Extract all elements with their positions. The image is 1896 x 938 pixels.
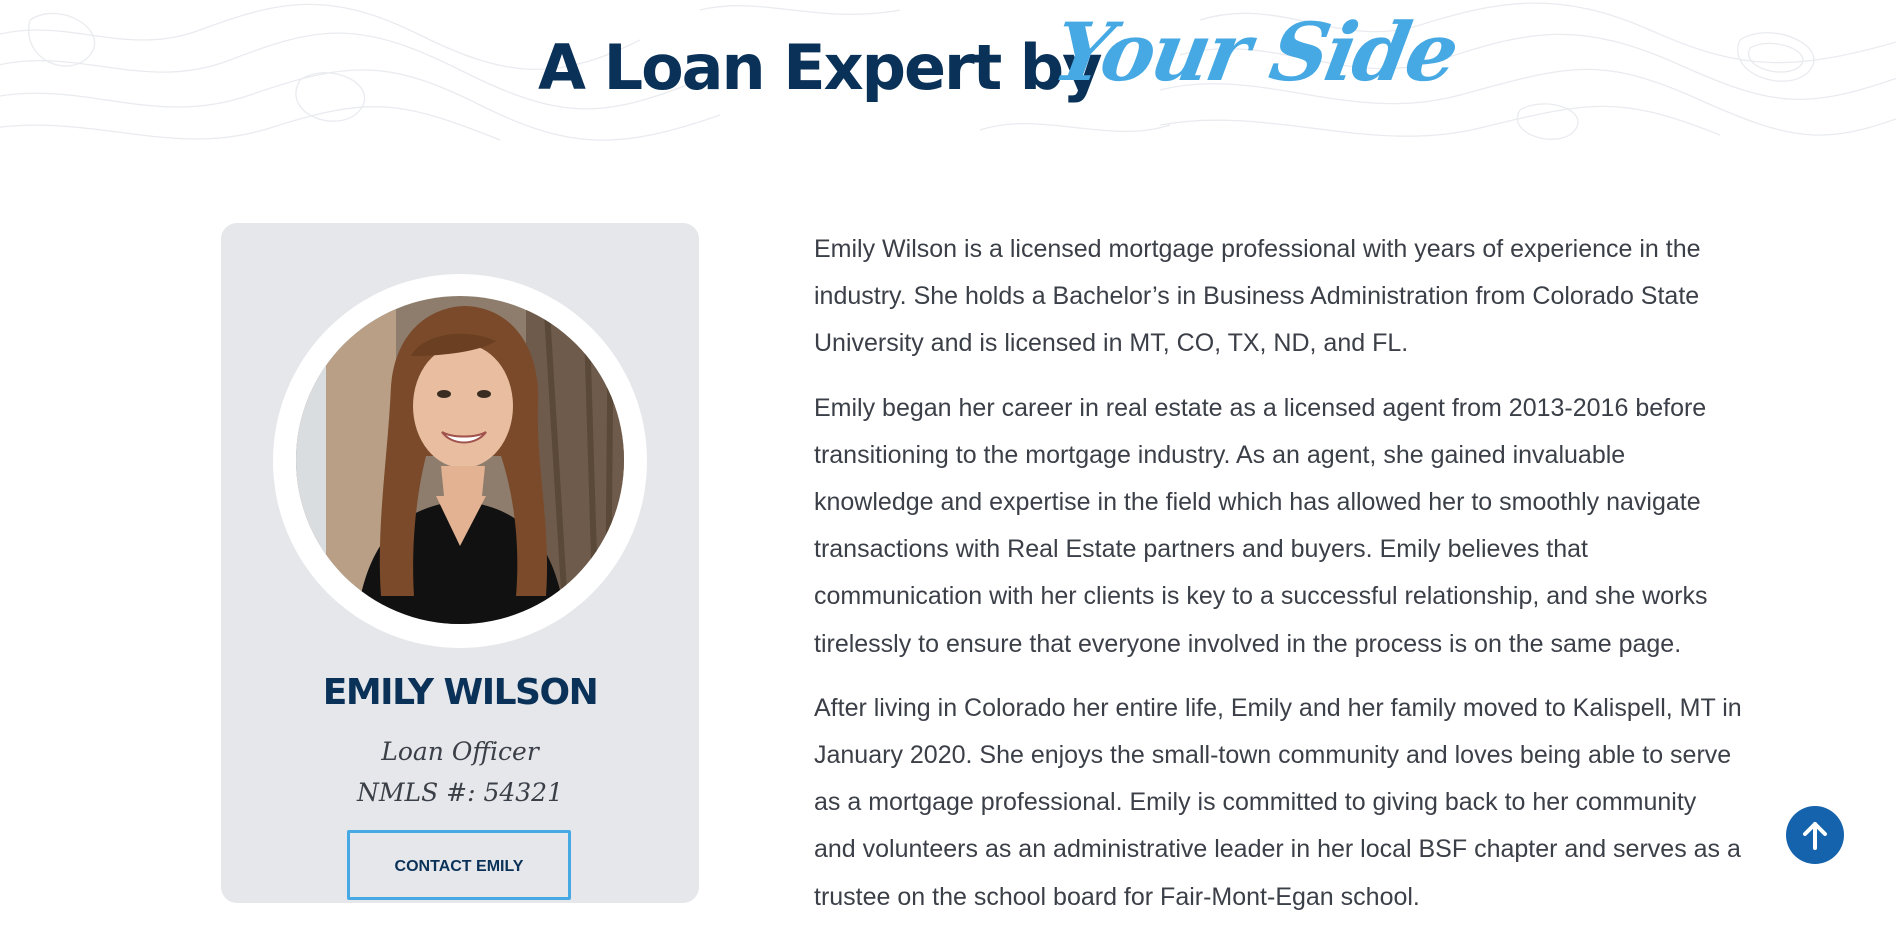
profile-nmls: NMLS #: 54321 bbox=[357, 778, 563, 807]
hero-title-main: A Loan Expert by bbox=[538, 31, 1103, 104]
arrow-up-icon bbox=[1803, 822, 1827, 850]
hero-title: A Loan Expert by Your Side bbox=[0, 0, 1896, 145]
portrait-photo bbox=[296, 296, 624, 624]
profile-role: Loan Officer bbox=[381, 737, 539, 766]
hero-title-script: Your Side bbox=[1046, 5, 1463, 99]
profile-name: EMILY WILSON bbox=[322, 672, 599, 713]
scroll-to-top-button[interactable] bbox=[1786, 806, 1844, 864]
avatar bbox=[296, 296, 624, 624]
hero-banner: A Loan Expert by Your Side bbox=[0, 0, 1896, 145]
bio-paragraph: Emily began her career in real estate as… bbox=[814, 393, 1708, 658]
contact-button[interactable]: CONTACT EMILY bbox=[347, 830, 571, 900]
bio-paragraph: Emily Wilson is a licensed mortgage prof… bbox=[814, 235, 1701, 358]
bio-section: Emily Wilson is a licensed mortgage prof… bbox=[814, 226, 1744, 938]
bio-paragraph: After living in Colorado her entire life… bbox=[814, 693, 1742, 911]
